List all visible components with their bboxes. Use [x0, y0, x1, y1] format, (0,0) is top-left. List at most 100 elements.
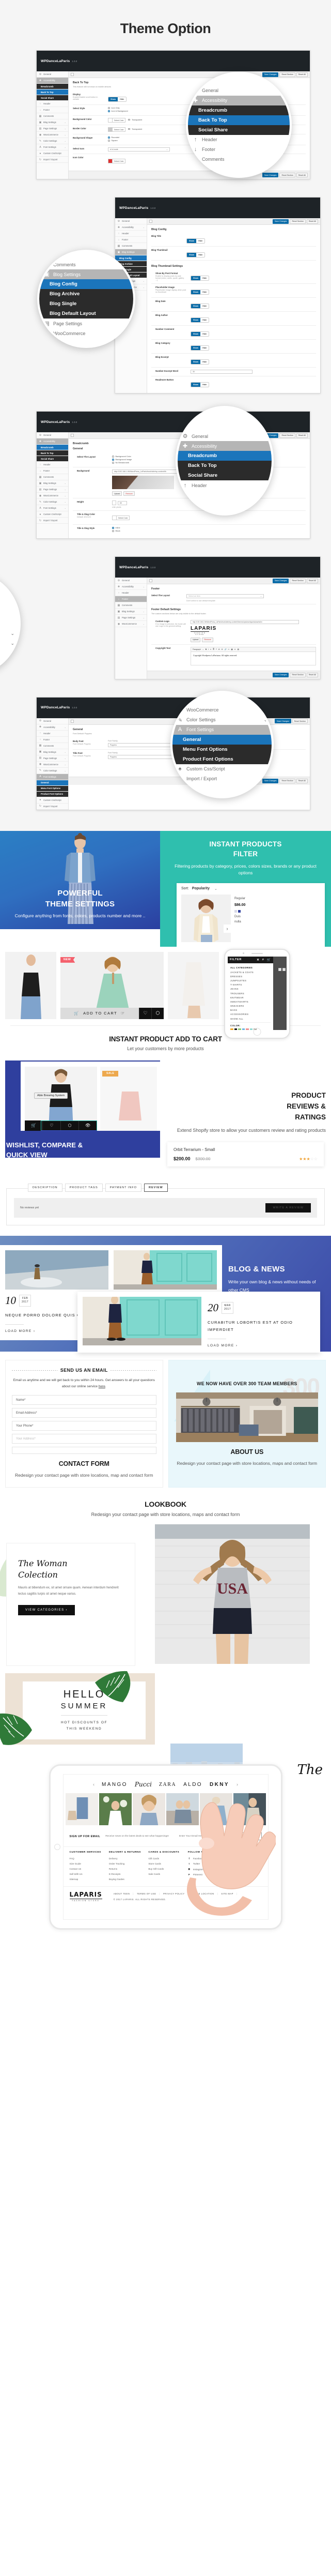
- blog-date-toggle[interactable]: Show Hide: [191, 304, 210, 309]
- cart-icon[interactable]: 🛒: [267, 958, 271, 962]
- reset-all-button[interactable]: Reset All: [306, 578, 318, 583]
- social-link-facebook[interactable]: f Facebook: [188, 1857, 222, 1860]
- footer-link[interactable]: Buying Guides: [109, 1878, 143, 1881]
- sidebar-item-comments[interactable]: ▦ Comments: [37, 743, 68, 749]
- magnifier-item-blog-default-layout[interactable]: Blog Default Layout: [39, 309, 133, 319]
- instagram-photo[interactable]: [199, 1793, 232, 1826]
- footer-link[interactable]: Sale Cards: [148, 1873, 182, 1875]
- sidebar-item-woocommerce[interactable]: ◉WooCommerce⌄: [37, 493, 68, 499]
- number-comment-toggle[interactable]: Show Hide: [191, 331, 210, 337]
- sidebar-item-breadcrumb[interactable]: Breadcrumb: [37, 84, 68, 89]
- reset-section-button[interactable]: Reset Section: [292, 719, 308, 723]
- color-swatch[interactable]: [230, 1028, 233, 1030]
- category-item[interactable]: T-SHIRTS: [230, 983, 271, 987]
- brand-aldo[interactable]: ALDO: [183, 1782, 202, 1787]
- magnifier-item-social-share[interactable]: Social Share: [178, 471, 272, 480]
- swatch[interactable]: [238, 910, 241, 913]
- magnifier-item-comments[interactable]: ▦Comments: [0, 618, 19, 629]
- readmore-toggle[interactable]: Show Hide: [191, 382, 210, 387]
- sidebar-item-header[interactable]: ↑ Header: [115, 231, 147, 237]
- footer-bottom-link[interactable]: SITE MAP: [221, 1892, 233, 1895]
- sidebar-item-comments[interactable]: ▦ Comments: [115, 602, 147, 609]
- brand-zara[interactable]: ZARA: [159, 1782, 176, 1787]
- view-categories-button[interactable]: VIEW CATEGORIES ›: [18, 1604, 75, 1615]
- sidebar-item-woocommerce[interactable]: ◉WooCommerce⌄: [37, 762, 68, 768]
- category-item[interactable]: SHOW ALL: [230, 1017, 271, 1021]
- editor-toolbar[interactable]: Paragraph ⌄ B I ≡ ≣ ❝ ⟰ ⟱ 🔗 ✂ ▦ ✕ ▤: [191, 646, 316, 652]
- save-button[interactable]: Save Changes: [272, 219, 289, 224]
- product-image[interactable]: ›: [181, 894, 231, 942]
- magnifier-item-general[interactable]: General: [172, 734, 272, 745]
- sidebar-item-blog-settings[interactable]: ▣ Blog Settings ⌄: [37, 749, 68, 755]
- product-card[interactable]: [167, 951, 219, 1019]
- post-format-toggle[interactable]: Show Hide: [191, 276, 210, 281]
- color-filter-swatches[interactable]: [228, 1027, 273, 1030]
- contact-link[interactable]: here: [99, 1385, 105, 1388]
- category-item[interactable]: JUMPSUITES: [230, 978, 271, 982]
- color-swatches[interactable]: [234, 910, 320, 913]
- carousel-prev-icon[interactable]: ‹: [93, 1782, 94, 1787]
- sidebar-item-back-to-top[interactable]: Back To Top: [37, 450, 68, 456]
- sidebar-item-footer[interactable]: ↓ Footer: [37, 468, 68, 474]
- instagram-photo[interactable]: [65, 1793, 98, 1826]
- sidebar-item-comments[interactable]: ▦ Comments: [115, 243, 147, 249]
- sidebar-item-page-settings[interactable]: ▤Page Settings ⌄: [37, 126, 68, 132]
- admin-sidebar[interactable]: ⚙ General ✚ Accessibility ⌄ ↑ Header ↓ Footer…: [115, 578, 147, 679]
- magnifier-item-blog-settings[interactable]: ▣Blog Settings⌄: [0, 628, 19, 639]
- blog-title-toggle[interactable]: Show Hide: [186, 238, 206, 244]
- close-icon[interactable]: ✕: [257, 958, 260, 962]
- admin-sidebar[interactable]: ⚙ General ✚ Accessibility Breadcrumb Back …: [37, 432, 69, 538]
- category-item[interactable]: DRESSES: [230, 974, 271, 978]
- magnifier-item-accessibility[interactable]: ✚ Accessibility: [188, 95, 290, 105]
- signup-email-input[interactable]: Enter Your Email Here: [179, 1835, 203, 1838]
- reset-section-button[interactable]: Reset Section: [279, 173, 295, 177]
- magnifier-item-product-font-options[interactable]: Product Font Options: [172, 754, 272, 764]
- magnifier-item-custom-css[interactable]: ♠ Custom Css/Script: [172, 764, 272, 774]
- select-icon-dropdown[interactable]: el el-mute ⌄: [108, 147, 170, 151]
- sidebar-item-footer[interactable]: ↓ Footer: [115, 596, 147, 602]
- category-item[interactable]: JEANS: [230, 987, 271, 991]
- category-item[interactable]: SNEAKERS: [230, 1004, 271, 1008]
- add-to-cart-bar[interactable]: 🛒 ADD TO CART ☞ ♡ ⬡: [60, 1007, 164, 1019]
- category-item[interactable]: ALL CATEGORIES: [230, 966, 271, 970]
- product-card[interactable]: [5, 951, 56, 1019]
- magnifier-item-import-export[interactable]: ↻Import / Export: [172, 774, 272, 784]
- instagram-photo[interactable]: [99, 1793, 132, 1826]
- tablet-home-button[interactable]: [54, 1844, 60, 1851]
- blog-excerpt-toggle[interactable]: Show Hide: [191, 359, 210, 365]
- toggle-show[interactable]: Show: [108, 97, 118, 101]
- sidebar-item-woocommerce[interactable]: ◉WooCommerce⌄: [37, 132, 68, 138]
- expand-icon[interactable]: [149, 579, 152, 582]
- footer-bottom-links[interactable]: ABOUT TEEN | TERMS OF USE | PRIVACY POLICY…: [114, 1892, 262, 1901]
- sidebar-item-general[interactable]: ⚙ General: [37, 71, 68, 78]
- magnifier-item-menu-font-options[interactable]: Menu Font Options: [172, 744, 272, 754]
- social-link-pinterest[interactable]: P Pinterest: [188, 1873, 222, 1876]
- sidebar-item-header[interactable]: ↑ Header: [37, 101, 68, 107]
- load-more-link[interactable]: LOAD MORE ›: [208, 1344, 315, 1347]
- save-button[interactable]: Save Changes: [262, 173, 279, 177]
- custom-logo-url-input[interactable]: http://192.168.1.96/WordPress_LaParis/tr…: [191, 620, 299, 624]
- magnifier-item-breadcrumb[interactable]: Breadcrumb: [188, 105, 290, 115]
- magnifier-item-breadcrumb[interactable]: Breadcrumb: [178, 451, 272, 461]
- product-card-wishlist[interactable]: Able Brewing System 🛒 ♡ ⬡ 👁: [25, 1066, 97, 1131]
- product-tabs[interactable]: DESCRIPTION PRODUCT TAGS PAYMENT INFO RE…: [6, 1183, 325, 1192]
- sidebar-item-footer[interactable]: ↓ Footer: [37, 737, 68, 743]
- sidebar-item-social-share[interactable]: Social Share: [37, 95, 68, 101]
- sidebar-item-custom-css[interactable]: ♠ Custom Css/Script: [37, 511, 68, 518]
- sidebar-item-font-settings[interactable]: A Font Settings ⌄: [37, 144, 68, 150]
- footer-link[interactable]: Buy Gift Cards: [148, 1868, 182, 1870]
- blog-author-toggle[interactable]: Show Hide: [191, 317, 210, 323]
- carousel-next-icon[interactable]: ›: [237, 1782, 238, 1787]
- footer-link[interactable]: FAQ: [70, 1857, 104, 1860]
- height-input[interactable]: 60: [118, 501, 127, 505]
- wishlist-icon[interactable]: ♡: [138, 1007, 151, 1019]
- magnifier-item-comments[interactable]: ▦Comments: [188, 154, 290, 164]
- reset-all-button[interactable]: Reset All: [296, 72, 308, 77]
- write-review-button[interactable]: WRITE A REVIEW: [265, 1203, 311, 1213]
- sidebar-item-import-export[interactable]: ↻ Import / Export: [37, 804, 68, 810]
- remove-button[interactable]: Remove: [123, 491, 135, 496]
- expand-icon[interactable]: [71, 434, 74, 437]
- reset-section-button[interactable]: Reset Section: [279, 72, 295, 77]
- address-field[interactable]: Your Address*: [12, 1434, 156, 1444]
- sidebar-item-import-export[interactable]: ↻ Import / Export: [37, 518, 68, 524]
